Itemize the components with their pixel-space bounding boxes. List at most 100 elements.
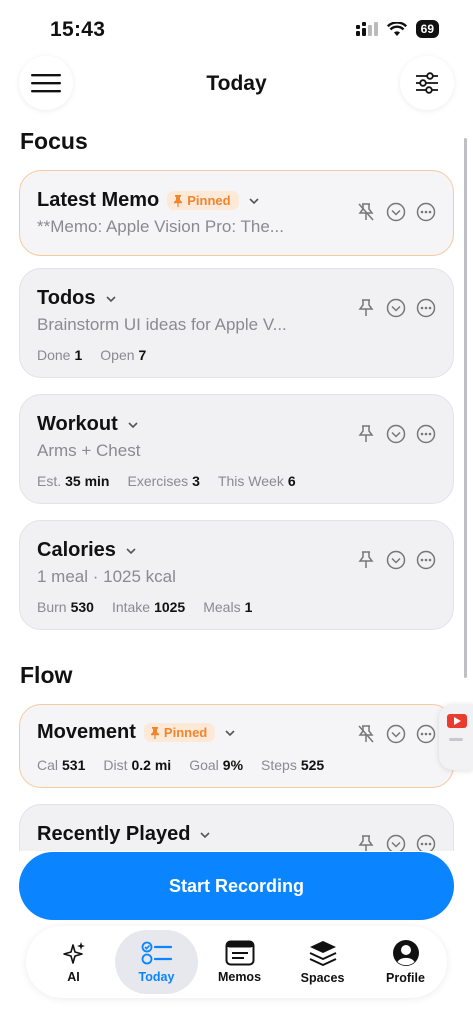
card-title: Movement xyxy=(37,721,136,743)
card-title: Recently Played xyxy=(37,823,191,845)
more-button[interactable] xyxy=(415,423,437,445)
pin-button[interactable] xyxy=(355,297,377,319)
stat-item: Intake 1025 xyxy=(111,599,186,615)
stat-item: This Week 6 xyxy=(217,473,296,489)
pin-button[interactable] xyxy=(355,833,377,851)
card-subtitle: 1 meal · 1025 kcal xyxy=(37,567,176,586)
chevron-circle-icon xyxy=(386,298,406,318)
stat-item: Est. 35 min xyxy=(37,473,110,489)
more-button[interactable] xyxy=(415,297,437,319)
profile-icon xyxy=(392,940,419,966)
status-time: 15:43 xyxy=(50,18,106,41)
chevron-down-icon[interactable] xyxy=(198,828,212,842)
expand-button[interactable] xyxy=(385,723,407,745)
chevron-down-icon[interactable] xyxy=(124,544,138,558)
tab-memos[interactable]: Memos xyxy=(198,930,281,994)
pin-slash-icon xyxy=(358,725,374,743)
stat-item: Cal 531 xyxy=(37,757,86,773)
status-icons: 69 xyxy=(355,20,439,38)
stat-item: Dist 0.2 mi xyxy=(103,757,172,773)
card-stats: Est. 35 min Exercises 3 This Week 6 xyxy=(37,473,296,489)
memo-icon xyxy=(225,940,254,966)
card-title: Latest Memo xyxy=(37,189,160,211)
tab-ai[interactable]: AI xyxy=(32,930,115,994)
floating-media-tab[interactable] xyxy=(439,704,473,770)
ellipsis-circle-icon xyxy=(416,298,436,318)
unpin-button[interactable] xyxy=(355,723,377,745)
card-latest-memo[interactable]: Latest Memo Pinned **Memo: Apple Vision … xyxy=(19,170,454,256)
card-workout[interactable]: Workout Arms + Chest Est. 35 min Exercise… xyxy=(19,394,454,504)
stat-item: Goal 9% xyxy=(189,757,244,773)
more-button[interactable] xyxy=(415,833,437,851)
more-button[interactable] xyxy=(415,549,437,571)
card-title: Workout xyxy=(37,413,118,435)
unpin-button[interactable] xyxy=(355,201,377,223)
sparkles-icon xyxy=(62,942,85,964)
battery-indicator: 69 xyxy=(415,20,439,38)
scrollbar[interactable] xyxy=(464,138,467,678)
expand-button[interactable] xyxy=(385,423,407,445)
stat-item: Done 1 xyxy=(37,347,83,363)
pin-icon xyxy=(174,194,183,207)
pin-icon xyxy=(358,835,374,851)
card-stats: Done 1 Open 7 xyxy=(37,347,146,363)
tab-profile[interactable]: Profile xyxy=(364,930,447,994)
expand-button[interactable] xyxy=(385,201,407,223)
pin-icon xyxy=(358,299,374,316)
ellipsis-circle-icon xyxy=(416,550,436,570)
start-recording-button[interactable]: Start Recording xyxy=(19,852,454,920)
pin-button[interactable] xyxy=(355,549,377,571)
card-stats: Cal 531 Dist 0.2 mi Goal 9% Steps 525 xyxy=(37,757,324,773)
card-recently-played[interactable]: Recently Played xyxy=(19,804,454,851)
chevron-down-icon[interactable] xyxy=(104,292,118,306)
chevron-circle-icon xyxy=(386,202,406,222)
checklist-icon xyxy=(141,941,172,965)
stat-item: Open 7 xyxy=(100,347,147,363)
content-scroll[interactable]: Focus Latest Memo Pinned **Memo: Apple V… xyxy=(0,116,473,851)
pin-icon xyxy=(358,425,374,442)
card-title: Todos xyxy=(37,287,96,309)
tab-spaces[interactable]: Spaces xyxy=(281,930,364,994)
handle-icon xyxy=(449,738,463,741)
more-button[interactable] xyxy=(415,201,437,223)
cellular-signal-icon xyxy=(355,22,378,36)
youtube-icon xyxy=(447,714,467,728)
top-nav: Today xyxy=(0,56,473,114)
tab-bar: AI Today Memos Spaces Profile xyxy=(26,926,447,998)
chevron-down-icon[interactable] xyxy=(223,726,237,740)
stat-item: Steps 525 xyxy=(261,757,325,773)
chevron-down-icon[interactable] xyxy=(126,418,140,432)
ellipsis-circle-icon xyxy=(416,202,436,222)
pin-icon xyxy=(150,726,159,739)
card-stats: Burn 530 Intake 1025 Meals 1 xyxy=(37,599,252,615)
more-button[interactable] xyxy=(415,723,437,745)
tab-today[interactable]: Today xyxy=(115,930,198,994)
chevron-down-icon[interactable] xyxy=(247,194,261,208)
card-subtitle: Arms + Chest xyxy=(37,441,141,460)
layers-icon xyxy=(309,941,336,966)
filter-button[interactable] xyxy=(400,56,454,110)
card-calories[interactable]: Calories 1 meal · 1025 kcal Burn 530 Inta… xyxy=(19,520,454,630)
sliders-icon xyxy=(416,72,438,94)
expand-button[interactable] xyxy=(385,833,407,851)
pin-icon xyxy=(358,551,374,568)
ellipsis-circle-icon xyxy=(416,724,436,744)
chevron-circle-icon xyxy=(386,834,406,851)
chevron-circle-icon xyxy=(386,550,406,570)
card-todos[interactable]: Todos Brainstorm UI ideas for Apple V...… xyxy=(19,268,454,378)
ellipsis-circle-icon xyxy=(416,424,436,444)
pin-button[interactable] xyxy=(355,423,377,445)
stat-item: Burn 530 xyxy=(37,599,94,615)
wifi-icon xyxy=(386,21,407,36)
pinned-badge: Pinned xyxy=(167,191,239,210)
stat-item: Meals 1 xyxy=(203,599,253,615)
ellipsis-circle-icon xyxy=(416,834,436,851)
section-title-focus: Focus xyxy=(20,128,88,154)
status-bar: 15:43 69 xyxy=(0,0,473,56)
stat-item: Exercises 3 xyxy=(127,473,200,489)
card-title: Calories xyxy=(37,539,116,561)
card-subtitle: Brainstorm UI ideas for Apple V... xyxy=(37,315,287,334)
card-movement[interactable]: Movement Pinned Cal 531 Dist 0.2 mi Goal 9%… xyxy=(19,704,454,788)
expand-button[interactable] xyxy=(385,549,407,571)
expand-button[interactable] xyxy=(385,297,407,319)
